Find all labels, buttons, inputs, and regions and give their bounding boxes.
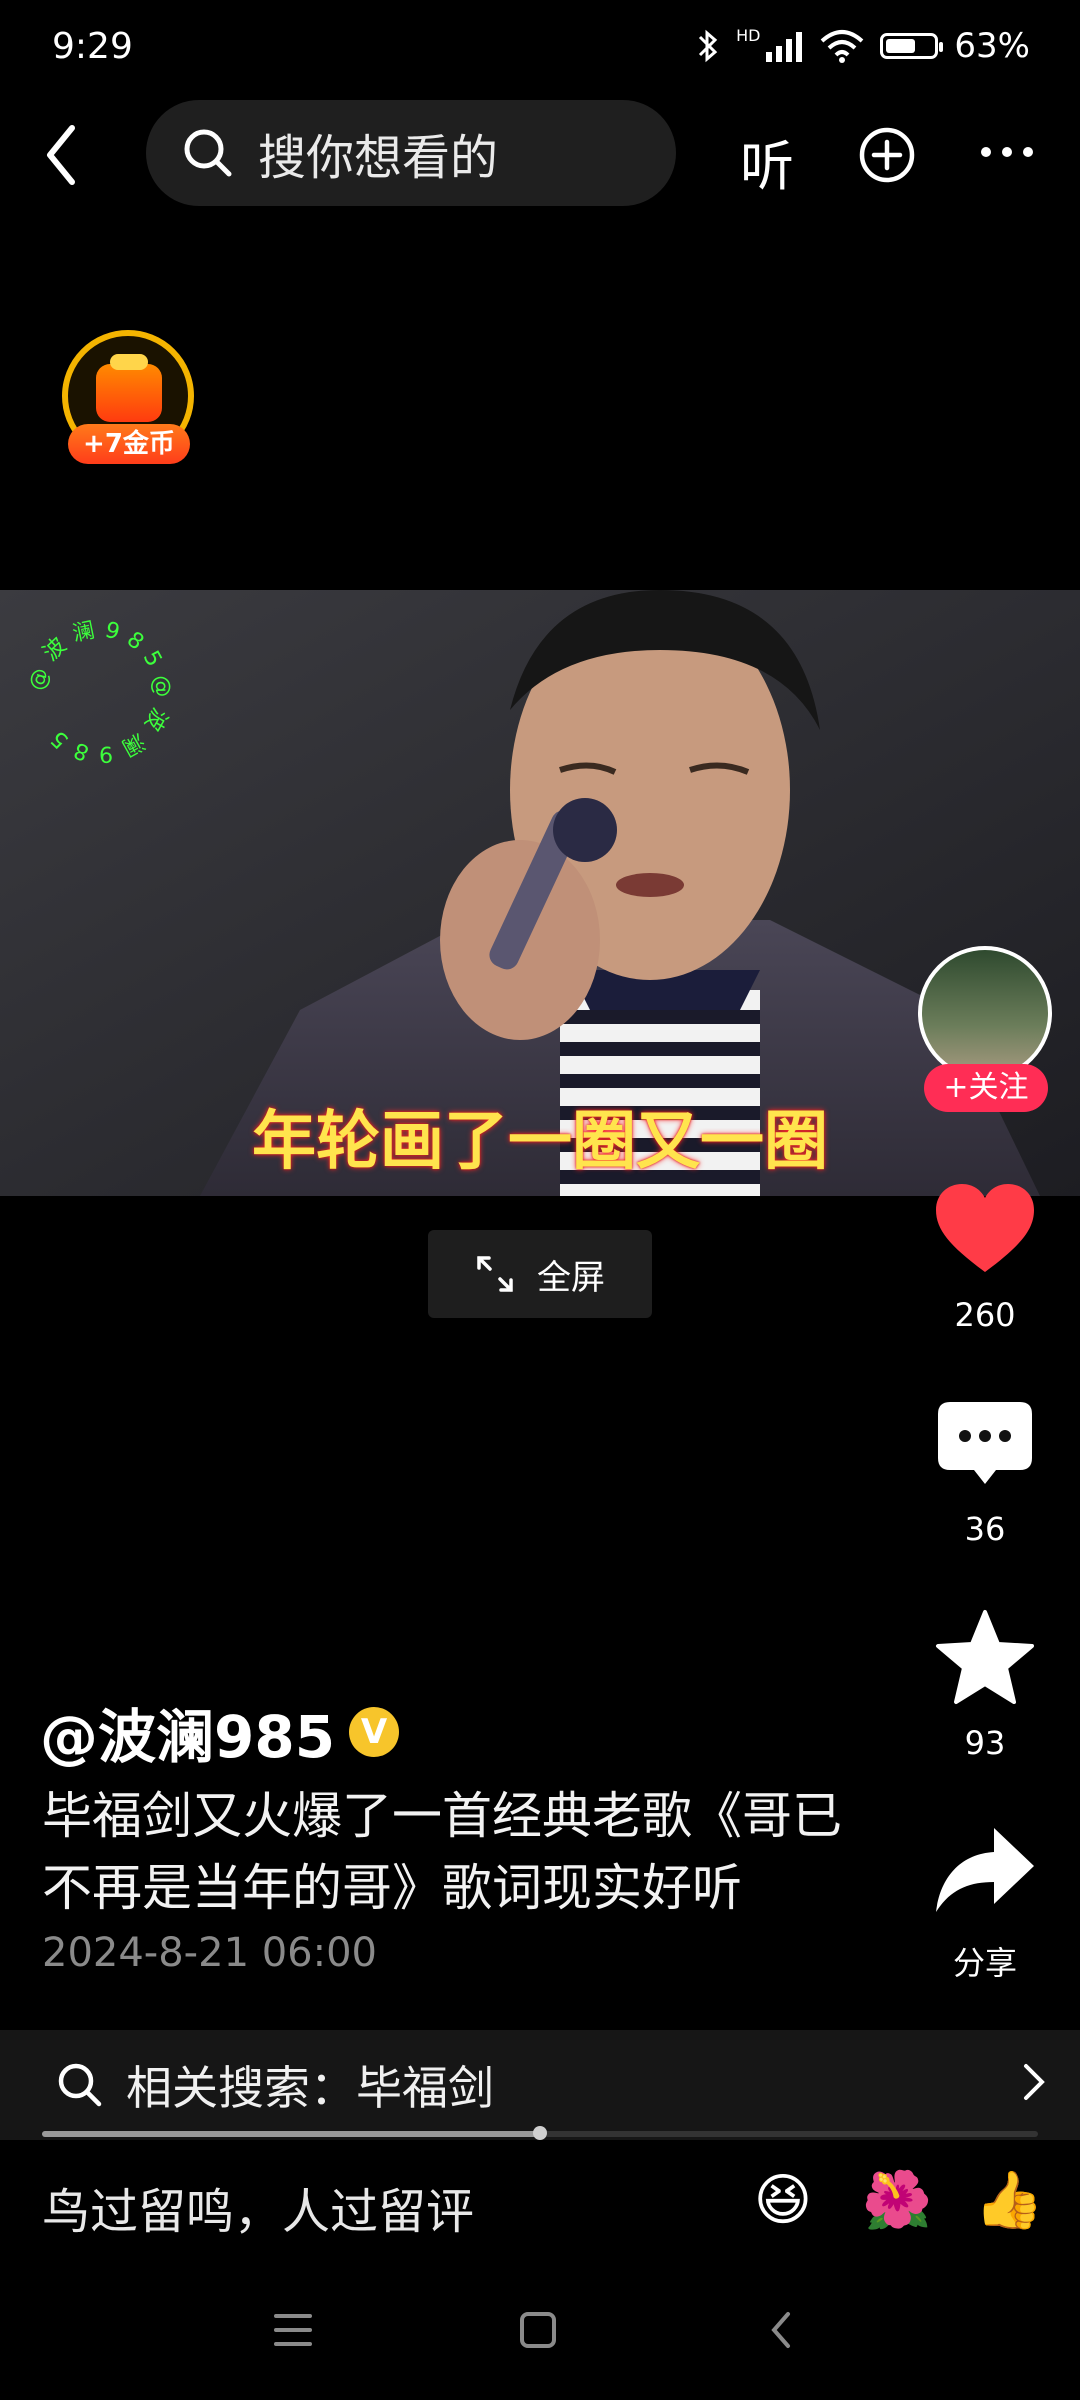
- battery-icon: [880, 33, 944, 59]
- network-type-label: HD: [736, 26, 761, 45]
- favorite-star-icon[interactable]: [930, 1608, 1040, 1708]
- search-input[interactable]: 搜你想看的: [146, 100, 676, 206]
- thumbs-up-emoji-button[interactable]: 👍: [974, 2170, 1044, 2232]
- back-button[interactable]: [40, 120, 88, 190]
- comment-input[interactable]: 鸟过留鸣，人过留评: [42, 2172, 474, 2242]
- post-date: 2024-8-21 06:00: [42, 1930, 377, 1976]
- listen-button[interactable]: 听: [740, 122, 794, 201]
- expand-icon: [477, 1256, 513, 1292]
- fullscreen-button[interactable]: 全屏: [428, 1230, 652, 1318]
- share-label: 分享: [952, 1944, 1017, 1982]
- home-nav-icon[interactable]: [518, 2310, 558, 2350]
- coin-bag-icon: [96, 354, 162, 422]
- wifi-icon: [821, 30, 864, 63]
- status-icons: HD 63%: [696, 26, 1030, 66]
- svg-text:@波澜985@波澜985: @波澜985@波澜985: [25, 616, 175, 766]
- comment-count: 36: [964, 1510, 1006, 1548]
- video-caption[interactable]: 毕福剑又火爆了一首经典老歌《哥已不再是当年的哥》歌词现实好听: [42, 1780, 872, 1924]
- bluetooth-icon: [699, 29, 718, 63]
- follow-button[interactable]: +关注: [924, 1064, 1048, 1112]
- author-name[interactable]: @波澜985 V: [40, 1690, 400, 1774]
- video-progress-thumb[interactable]: [533, 2126, 547, 2140]
- verified-badge-icon: V: [349, 1707, 400, 1757]
- flower-emoji-button[interactable]: 🌺: [862, 2170, 932, 2232]
- related-search-label: 相关搜索：毕福剑: [126, 2061, 494, 2115]
- search-icon: [58, 2063, 102, 2107]
- author-avatar[interactable]: [918, 946, 1052, 1080]
- video-subtitle: 年轮画了一圈又一圈: [252, 1105, 828, 1179]
- like-count: 260: [954, 1296, 1016, 1334]
- more-options-button[interactable]: [978, 140, 1036, 164]
- share-arrow-icon[interactable]: [930, 1822, 1040, 1922]
- like-heart-icon[interactable]: [930, 1180, 1040, 1280]
- video-progress-fill: [42, 2131, 540, 2137]
- battery-percent: 63%: [954, 26, 1030, 66]
- menu-nav-icon[interactable]: [272, 2310, 314, 2350]
- fullscreen-label: 全屏: [537, 1257, 605, 1298]
- laugh-emoji-button[interactable]: 😆: [752, 2170, 814, 2232]
- status-time: 9:29: [52, 26, 133, 67]
- search-icon: [184, 129, 232, 177]
- favorite-count: 93: [964, 1724, 1006, 1762]
- related-search-bar[interactable]: 相关搜索：毕福剑: [0, 2030, 1080, 2140]
- author-handle: @波澜985: [40, 1703, 336, 1771]
- add-button[interactable]: [858, 126, 916, 184]
- chevron-right-icon: [1024, 2064, 1045, 2100]
- search-placeholder: 搜你想看的: [258, 130, 499, 186]
- comment-icon[interactable]: [930, 1396, 1040, 1496]
- signal-icon: [766, 32, 803, 62]
- watermark-logo: @波澜985@波澜985: [25, 616, 175, 766]
- coin-reward-label: +7金币: [68, 424, 190, 464]
- back-nav-icon[interactable]: [766, 2310, 796, 2350]
